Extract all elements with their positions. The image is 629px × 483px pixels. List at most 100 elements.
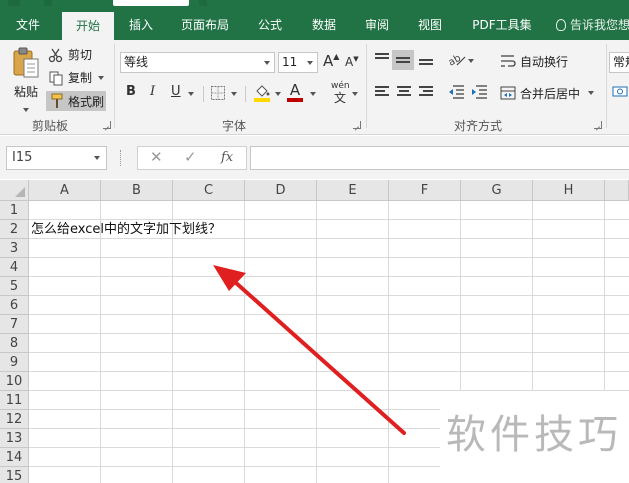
fill-color-dropdown-icon[interactable] <box>275 92 281 96</box>
column-header-h[interactable]: H <box>533 180 605 201</box>
row-header-4[interactable]: 4 <box>0 258 29 277</box>
formula-bar-grip[interactable] <box>120 150 122 166</box>
font-size-combo[interactable]: 11 <box>278 52 318 73</box>
font-size-dropdown[interactable] <box>303 53 317 72</box>
name-box[interactable]: I15 <box>6 146 107 170</box>
row-header-8[interactable]: 8 <box>0 334 29 353</box>
tab-view[interactable]: 视图 <box>412 12 448 40</box>
row-header-11[interactable]: 11 <box>0 391 29 410</box>
tab-data[interactable]: 数据 <box>306 12 342 40</box>
alignment-launcher-icon[interactable] <box>594 121 602 129</box>
divider <box>203 86 204 102</box>
column-gridline <box>388 201 389 483</box>
wrap-text-button[interactable]: 自动换行 <box>500 52 568 70</box>
align-bottom-icon[interactable] <box>419 55 433 67</box>
font-name-dropdown[interactable] <box>260 53 274 72</box>
redo-icon[interactable] <box>199 0 207 6</box>
grow-font-button[interactable]: A▲ <box>323 52 339 70</box>
tab-home[interactable]: 开始 <box>62 12 114 40</box>
font-name-combo[interactable]: 等线 <box>120 52 275 73</box>
cut-button[interactable]: 剪切 <box>48 45 92 64</box>
wrap-text-icon <box>501 55 516 67</box>
font-name-value: 等线 <box>124 55 149 69</box>
clipboard-launcher-icon[interactable] <box>103 121 111 129</box>
font-launcher-icon[interactable] <box>353 121 361 129</box>
insert-function-button[interactable]: fx <box>221 150 233 165</box>
merge-dropdown-icon[interactable] <box>588 91 595 95</box>
row-gridline <box>29 276 629 277</box>
row-header-1[interactable]: 1 <box>0 201 29 220</box>
column-header-g[interactable]: G <box>461 180 533 201</box>
borders-icon[interactable] <box>210 85 226 101</box>
name-box-value: I15 <box>12 150 33 165</box>
paste-dropdown-icon[interactable] <box>23 108 29 112</box>
tell-me-search[interactable]: 告诉我您想 <box>556 12 629 40</box>
row-header-9[interactable]: 9 <box>0 353 29 372</box>
tab-insert[interactable]: 插入 <box>122 12 160 40</box>
borders-dropdown-icon[interactable] <box>231 92 237 96</box>
orientation-dropdown-icon[interactable] <box>468 59 474 63</box>
align-left-icon[interactable] <box>375 86 389 98</box>
column-header-c[interactable]: C <box>173 180 245 201</box>
fill-color-icon[interactable] <box>253 83 271 103</box>
cell-a2[interactable]: 怎么给excel中的文字加下划线？ <box>31 221 221 239</box>
tab-review[interactable]: 审阅 <box>359 12 395 40</box>
select-all-button[interactable] <box>0 180 29 201</box>
tab-file[interactable]: 文件 <box>4 12 52 40</box>
alignment-group-label: 对齐方式 <box>453 119 502 133</box>
group-divider <box>366 44 367 128</box>
bold-button[interactable]: B <box>126 84 136 99</box>
column-header-f[interactable]: F <box>389 180 461 201</box>
tab-page-layout[interactable]: 页面布局 <box>174 12 236 40</box>
tab-pdf-tools[interactable]: PDF工具集 <box>465 12 539 40</box>
currency-format-icon[interactable] <box>612 84 629 100</box>
font-color-button[interactable]: A <box>287 81 303 102</box>
font-color-dropdown-icon[interactable] <box>310 92 316 96</box>
paste-button[interactable]: 粘贴 <box>10 46 42 116</box>
row-header-13[interactable]: 13 <box>0 429 29 448</box>
underline-dropdown-icon[interactable] <box>188 92 194 96</box>
row-header-15[interactable]: 15 <box>0 467 29 483</box>
row-header-7[interactable]: 7 <box>0 315 29 334</box>
row-header-6[interactable]: 6 <box>0 296 29 315</box>
orientation-icon[interactable]: ab <box>447 52 467 68</box>
formula-input[interactable] <box>250 146 629 170</box>
shrink-font-button[interactable]: A▼ <box>345 55 359 69</box>
enter-icon[interactable]: ✓ <box>184 148 197 166</box>
row-header-5[interactable]: 5 <box>0 277 29 296</box>
clipboard-group-label: 剪贴板 <box>31 119 68 133</box>
copy-dropdown-icon[interactable] <box>98 75 105 80</box>
row-header-12[interactable]: 12 <box>0 410 29 429</box>
row-header-2[interactable]: 2 <box>0 220 29 239</box>
grow-font-label: A <box>323 52 334 70</box>
decrease-indent-icon[interactable] <box>447 85 465 99</box>
copy-button[interactable]: 复制 <box>48 68 105 87</box>
chevron-down-icon[interactable] <box>94 156 100 160</box>
format-painter-button[interactable]: 格式刷 <box>46 91 106 111</box>
merge-center-button[interactable]: 合并后居中 <box>500 84 595 102</box>
row-header-3[interactable]: 3 <box>0 239 29 258</box>
phonetic-dropdown-icon[interactable] <box>352 92 358 96</box>
wrap-text-label: 自动换行 <box>520 54 569 69</box>
cancel-icon[interactable]: ✕ <box>150 148 163 166</box>
tab-formulas[interactable]: 公式 <box>252 12 288 40</box>
column-header-e[interactable]: E <box>317 180 389 201</box>
column-header-b[interactable]: B <box>101 180 173 201</box>
save-icon[interactable] <box>8 0 20 6</box>
column-header-d[interactable]: D <box>245 180 317 201</box>
phonetic-guide-button[interactable]: wén 文 <box>331 81 350 105</box>
underline-button[interactable]: U <box>171 84 181 99</box>
align-top-icon[interactable] <box>375 53 389 65</box>
align-center-icon[interactable] <box>397 86 411 98</box>
row-header-14[interactable]: 14 <box>0 448 29 467</box>
italic-button[interactable]: I <box>150 84 155 99</box>
row-gridline <box>29 371 629 372</box>
column-header-a[interactable]: A <box>29 180 101 201</box>
undo-icon[interactable] <box>44 0 52 6</box>
divider <box>245 86 246 102</box>
increase-indent-icon[interactable] <box>470 85 488 99</box>
align-middle-button[interactable] <box>392 50 414 70</box>
row-header-10[interactable]: 10 <box>0 372 29 391</box>
align-right-icon[interactable] <box>419 86 433 98</box>
number-format-combo[interactable]: 常规 <box>609 52 629 73</box>
